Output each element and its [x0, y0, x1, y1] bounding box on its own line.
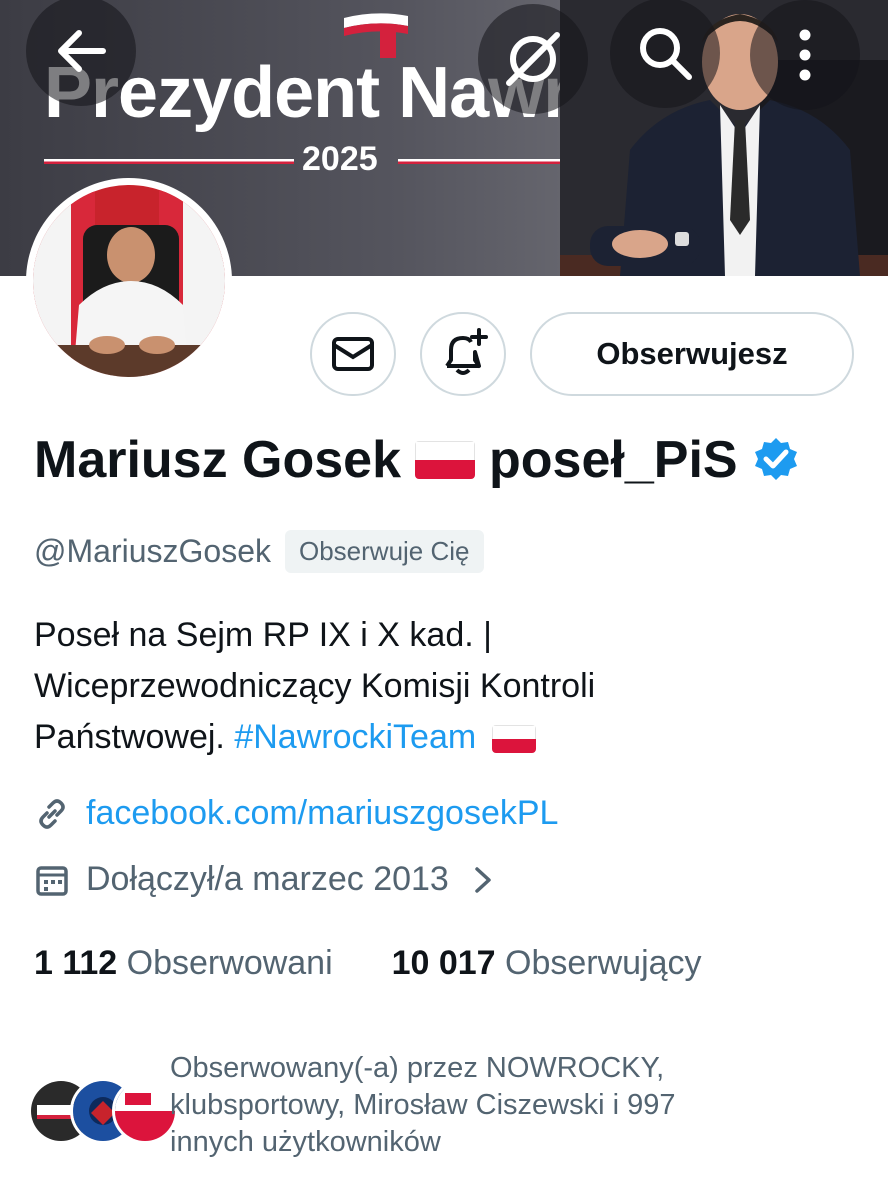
flag-graphic	[344, 13, 408, 58]
following-stat[interactable]: 1 112 Obserwowani	[34, 944, 333, 982]
notifications-button[interactable]	[420, 312, 506, 396]
following-button-label: Obserwujesz	[596, 336, 788, 371]
more-options-button[interactable]	[750, 0, 860, 110]
display-name: Mariusz Gosek poseł_PiS	[34, 430, 800, 490]
display-name-suffix: poseł_PiS	[489, 431, 738, 489]
grok-icon	[506, 32, 560, 86]
more-vertical-icon	[799, 29, 811, 81]
grok-button[interactable]	[478, 4, 588, 114]
followers-label: Obserwujący	[505, 944, 702, 982]
joined-date: Dołączył/a marzec 2013	[86, 860, 449, 898]
arrow-left-icon	[58, 30, 106, 72]
following-count: 1 112	[34, 944, 118, 982]
banner-divider-left	[44, 159, 294, 164]
followed-by-text[interactable]: Obserwowany(-a) przez NOWROCKY, klubspor…	[170, 1050, 810, 1161]
search-icon	[640, 28, 692, 80]
message-button[interactable]	[310, 312, 396, 396]
username-handle: @MariuszGosek	[34, 533, 271, 569]
website-row: facebook.com/mariuszgosekPL	[34, 794, 558, 833]
website-link[interactable]: facebook.com/mariuszgosekPL	[86, 794, 558, 833]
calendar-icon	[36, 865, 68, 896]
following-button[interactable]: Obserwujesz	[530, 312, 854, 396]
avatar-photo	[33, 185, 225, 377]
bio-line-2: Wiceprzewodniczący Komisji Kontroli	[34, 667, 596, 705]
display-name-text: Mariusz Gosek	[34, 431, 402, 489]
followed-by-line-3: innych użytkowników	[170, 1126, 441, 1158]
avatar[interactable]	[26, 178, 232, 384]
follows-you-badge: Obserwuje Cię	[284, 530, 484, 573]
search-button[interactable]	[610, 0, 720, 108]
bio-line-1: Poseł na Sejm RP IX i X kad. |	[34, 616, 492, 654]
followers-count: 10 017	[391, 944, 496, 982]
handle-row: @MariuszGosek Obserwuje Cię	[34, 530, 484, 573]
bio: Poseł na Sejm RP IX i X kad. | Wiceprzew…	[34, 610, 854, 763]
envelope-icon	[332, 337, 374, 371]
link-icon	[39, 798, 65, 829]
following-label: Obserwowani	[126, 944, 333, 982]
poland-flag-icon	[415, 441, 476, 479]
chevron-right-icon	[475, 866, 491, 893]
followers-stat[interactable]: 10 017 Obserwujący	[392, 944, 702, 982]
bio-text: Państwowej.	[34, 718, 225, 756]
follow-stats: 1 112 Obserwowani 10 017 Obserwujący	[34, 944, 702, 983]
back-button[interactable]	[26, 0, 136, 106]
hashtag-link[interactable]: #NawrockiTeam	[234, 718, 476, 756]
verified-badge-icon[interactable]	[752, 436, 800, 484]
banner-year: 2025	[302, 140, 378, 178]
followed-by-line-1: Obserwowany(-a) przez NOWROCKY,	[170, 1052, 665, 1084]
joined-row[interactable]: Dołączył/a marzec 2013	[34, 860, 495, 899]
follower-avatar	[112, 1078, 178, 1144]
poland-flag-icon	[491, 725, 536, 754]
bell-plus-icon	[445, 328, 488, 375]
bio-line-3: Państwowej. #NawrockiTeam	[34, 712, 854, 763]
followed-by-line-2: klubsportowy, Mirosław Ciszewski i 997	[170, 1089, 676, 1121]
